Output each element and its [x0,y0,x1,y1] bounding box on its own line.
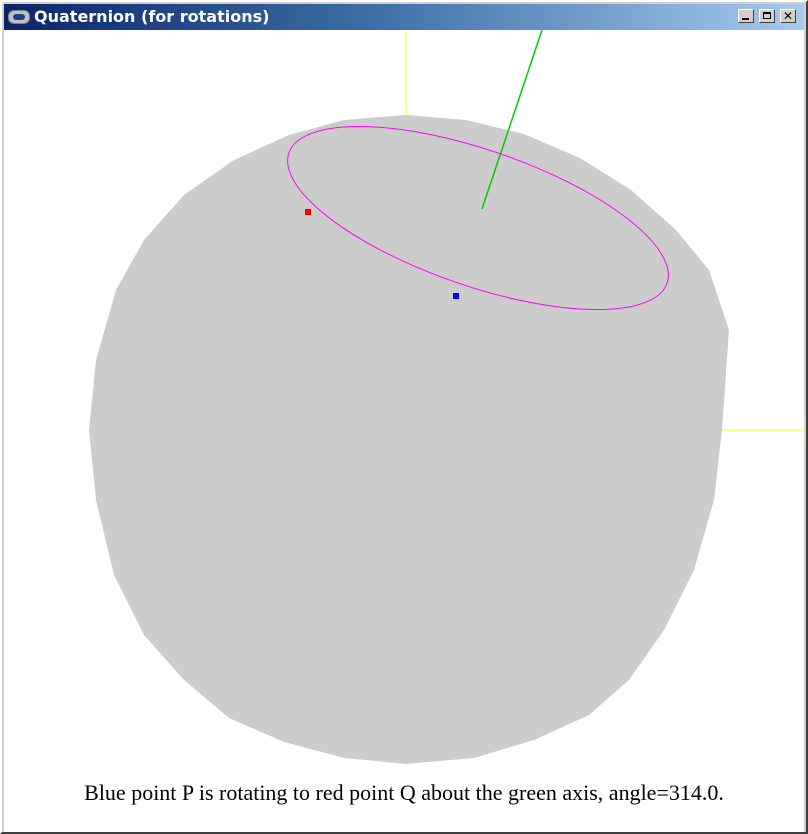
scene-svg [89,30,804,764]
close-icon: ✕ [782,9,794,23]
maximize-icon [763,12,771,19]
point-p [453,293,459,299]
app-icon[interactable] [8,10,30,24]
title-bar[interactable]: Quaternion (for rotations) ✕ [4,4,804,30]
minimize-icon [742,18,749,20]
point-q [305,209,311,215]
sphere [89,115,729,764]
render-canvas[interactable]: Blue point P is rotating to red point Q … [4,30,804,832]
maximize-button[interactable] [759,9,775,23]
app-window: Quaternion (for rotations) ✕ Blue point … [0,0,808,834]
window-title: Quaternion (for rotations) [34,7,270,26]
status-caption: Blue point P is rotating to red point Q … [84,780,724,805]
minimize-button[interactable] [738,9,754,23]
close-button[interactable]: ✕ [780,9,796,23]
